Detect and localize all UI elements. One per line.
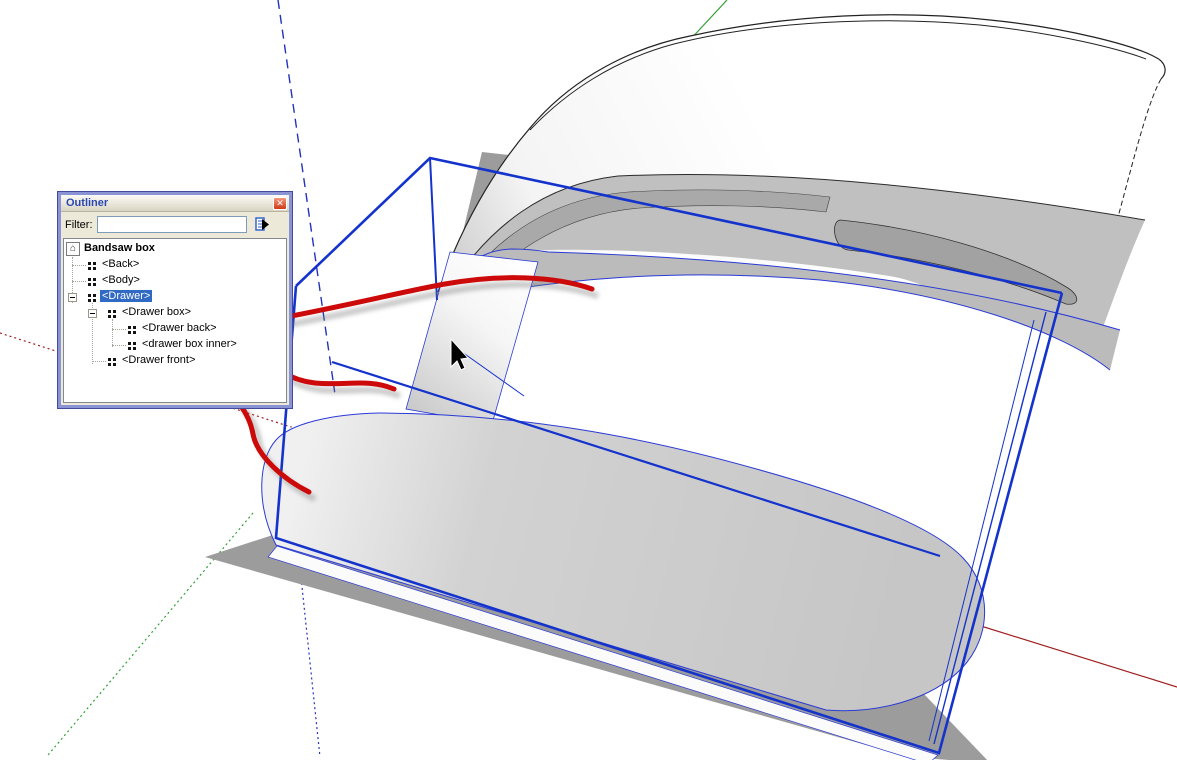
green-axis-negative <box>48 513 253 755</box>
sketchup-viewport-window: Outliner ✕ Filter: ⌂ B <box>0 0 1177 760</box>
component-icon <box>88 294 96 302</box>
component-icon <box>88 262 96 270</box>
tree-item-body[interactable]: <Body> <box>64 273 286 289</box>
collapse-expander-icon[interactable] <box>68 293 77 302</box>
outliner-titlebar[interactable]: Outliner ✕ <box>61 195 289 212</box>
filter-input[interactable] <box>97 216 247 233</box>
blue-axis-negative <box>300 568 320 757</box>
tree-item-drawer-box-inner[interactable]: <drawer box inner> <box>64 337 286 353</box>
collapse-expander-icon[interactable] <box>88 309 97 318</box>
component-icon <box>88 278 96 286</box>
filter-details-button[interactable] <box>253 215 273 234</box>
tree-item-drawer-back[interactable]: <Drawer back> <box>64 321 286 337</box>
close-icon[interactable]: ✕ <box>273 197 287 210</box>
outliner-title: Outliner <box>66 196 108 210</box>
home-icon: ⌂ <box>66 242 80 256</box>
tree-item-bandsaw-box[interactable]: ⌂ Bandsaw box <box>64 241 286 257</box>
tree-item-drawer[interactable]: <Drawer> <box>64 289 286 305</box>
component-icon <box>128 326 136 334</box>
outliner-panel[interactable]: Outliner ✕ Filter: ⌂ B <box>58 192 292 408</box>
component-icon <box>108 310 116 318</box>
details-arrow-icon <box>254 216 271 233</box>
tree-item-drawer-front[interactable]: <Drawer front> <box>64 353 286 369</box>
filter-row: Filter: <box>61 212 289 237</box>
outliner-tree: ⌂ Bandsaw box <Back> <Body> <Drawer> <box>63 238 287 403</box>
red-axis-positive <box>968 622 1177 687</box>
filter-label: Filter: <box>65 219 93 231</box>
component-icon <box>108 358 116 366</box>
tree-item-drawer-box[interactable]: <Drawer box> <box>64 305 286 321</box>
component-icon <box>128 342 136 350</box>
tree-item-back[interactable]: <Back> <box>64 257 286 273</box>
